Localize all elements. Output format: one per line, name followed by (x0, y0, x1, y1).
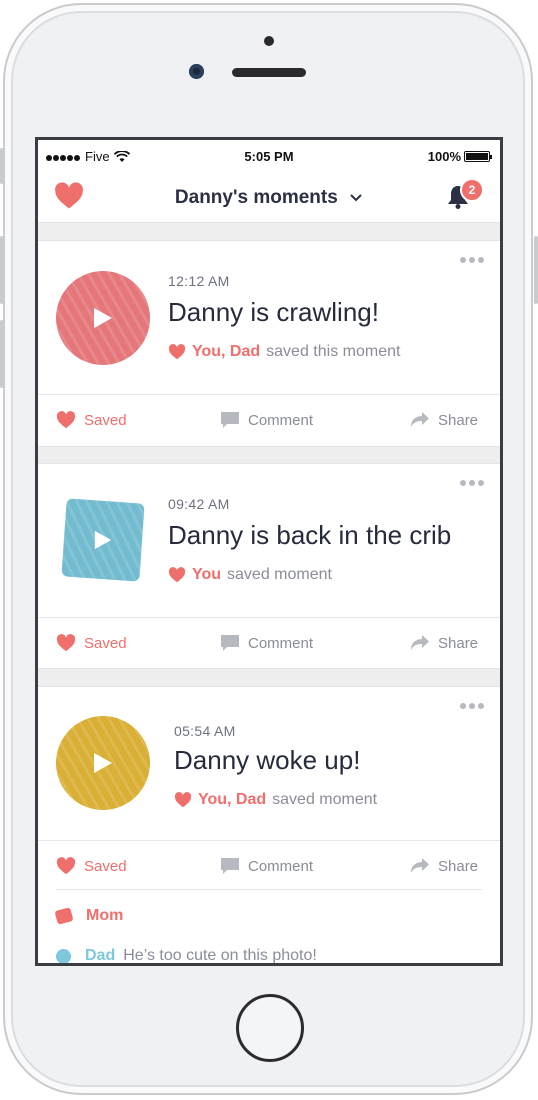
comment-label: Comment (248, 857, 314, 875)
mute-switch (0, 148, 4, 184)
comment-item: Mom (54, 907, 137, 925)
comment-button[interactable]: Comment (220, 634, 313, 652)
moment-time: 12:12 AM (168, 273, 230, 289)
top-nav: Danny's moments 2 (38, 174, 500, 223)
share-arrow-icon (411, 635, 429, 650)
saved-label: Saved (84, 634, 127, 652)
heart-icon (174, 792, 192, 808)
comment-icon (221, 635, 239, 651)
comment-icon (221, 858, 239, 874)
share-button[interactable]: Share (410, 857, 478, 875)
moment-title: Danny is back in the crib (168, 520, 452, 550)
play-icon (94, 530, 112, 550)
heart-icon (168, 567, 186, 583)
comment-item: Dad He’s too cute on this photo! (56, 947, 317, 964)
moment-card[interactable]: 12:12 AM Danny is crawling! You, Dad sav… (38, 240, 500, 447)
saved-by-text: saved moment (227, 566, 332, 583)
saved-by-line: You, Dad saved this moment (168, 343, 400, 361)
moment-card[interactable]: 05:54 AM Danny woke up! You, Dad saved m… (38, 686, 500, 964)
video-thumbnail[interactable] (56, 716, 150, 810)
notification-badge: 2 (460, 178, 484, 202)
comment-button[interactable]: Comment (220, 857, 313, 875)
share-label: Share (438, 634, 479, 652)
divider (56, 889, 482, 890)
play-icon (94, 308, 112, 328)
comment-button[interactable]: Comment (220, 411, 313, 429)
more-options-icon[interactable] (460, 480, 484, 486)
saved-by-names[interactable]: You, Dad (198, 791, 266, 809)
saved-label: Saved (84, 411, 127, 429)
moments-selector[interactable]: Danny's moments (38, 187, 500, 209)
moment-title: Danny is crawling! (168, 297, 379, 327)
saved-by-names[interactable]: You (192, 566, 221, 584)
comment-label: Comment (248, 411, 314, 429)
earpiece-speaker (232, 68, 306, 77)
comment-icon (221, 412, 239, 428)
divider (38, 840, 500, 841)
heart-icon (56, 634, 76, 652)
app-screen: Five 5:05 PM 100% Danny's moments 2 12:1… (35, 137, 503, 966)
video-thumbnail[interactable] (61, 498, 145, 582)
front-camera (189, 64, 204, 79)
saved-by-line: You, Dad saved moment (174, 791, 377, 809)
heart-icon (56, 857, 76, 875)
dad-avatar (56, 948, 71, 963)
more-options-icon[interactable] (460, 703, 484, 709)
volume-up-button (0, 236, 4, 304)
moment-card[interactable]: 09:42 AM Danny is back in the crib You s… (38, 463, 500, 669)
power-button (534, 236, 538, 304)
mom-avatar (54, 907, 74, 925)
share-button[interactable]: Share (410, 634, 478, 652)
battery-icon (464, 151, 492, 162)
chevron-down-icon (350, 194, 362, 202)
share-label: Share (438, 857, 479, 875)
divider (38, 617, 500, 618)
video-thumbnail[interactable] (56, 271, 150, 365)
front-sensor (264, 36, 274, 46)
home-button[interactable] (236, 994, 304, 1062)
comment-text: He’s too cute on this photo! (123, 947, 317, 964)
saved-by-line: You saved moment (168, 566, 332, 584)
volume-down-button (0, 320, 4, 388)
comment-label: Comment (248, 634, 314, 652)
status-bar: Five 5:05 PM 100% (38, 140, 500, 174)
moment-time: 05:54 AM (174, 723, 236, 739)
moment-time: 09:42 AM (168, 496, 230, 512)
comment-author[interactable]: Mom (86, 907, 123, 925)
heart-icon (56, 411, 76, 429)
more-options-icon[interactable] (460, 257, 484, 263)
saved-button[interactable]: Saved (56, 634, 127, 652)
saved-by-text: saved this moment (266, 343, 401, 360)
comment-author[interactable]: Dad (85, 947, 115, 963)
share-arrow-icon (411, 412, 429, 427)
share-label: Share (438, 411, 479, 429)
share-button[interactable]: Share (410, 411, 478, 429)
saved-label: Saved (84, 857, 127, 875)
battery-percent: 100% (427, 149, 461, 164)
saved-button[interactable]: Saved (56, 411, 127, 429)
share-arrow-icon (411, 858, 429, 873)
saved-by-names[interactable]: You, Dad (192, 343, 260, 361)
divider (38, 394, 500, 395)
moment-title: Danny woke up! (174, 745, 361, 775)
heart-icon (168, 344, 186, 360)
play-icon (94, 753, 112, 773)
saved-by-text: saved moment (272, 791, 378, 808)
page-title: Danny's moments (174, 187, 338, 208)
saved-button[interactable]: Saved (56, 857, 127, 875)
